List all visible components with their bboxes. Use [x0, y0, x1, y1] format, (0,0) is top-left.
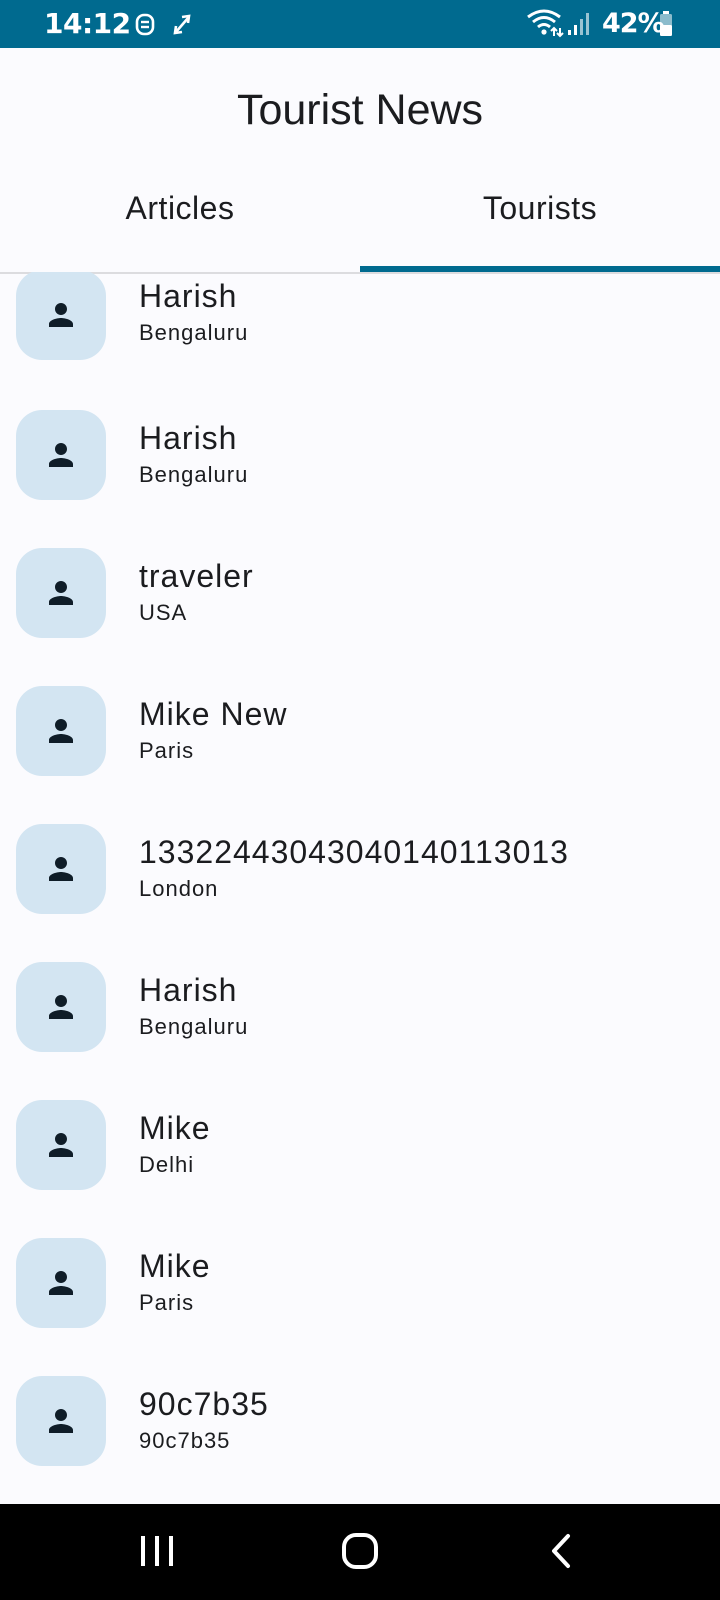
person-icon — [49, 303, 73, 327]
tourist-city: USA — [139, 600, 188, 625]
tourist-city: Bengaluru — [139, 462, 249, 487]
signal-icon — [566, 0, 592, 53]
tourist-city: Bengaluru — [139, 1014, 249, 1039]
list-item[interactable]: traveler USA — [0, 548, 720, 686]
tourist-city: Delhi — [139, 1152, 195, 1177]
battery-percentage: 42% — [602, 8, 665, 39]
avatar — [16, 548, 106, 638]
avatar — [16, 1100, 106, 1190]
tourist-city: London — [139, 876, 219, 901]
list-item[interactable]: Mike Delhi — [0, 1100, 720, 1238]
person-icon — [49, 995, 73, 1019]
person-icon — [49, 719, 73, 743]
tourist-city: Paris — [139, 738, 195, 763]
avatar — [16, 824, 106, 914]
person-icon — [49, 581, 73, 605]
page-title: Tourist News — [236, 86, 484, 134]
person-icon — [49, 1409, 73, 1433]
avatar — [16, 1238, 106, 1328]
tourist-name: 13322443043040140113013 — [139, 834, 569, 870]
person-icon — [49, 1271, 73, 1295]
recent-apps-button[interactable] — [98, 1504, 218, 1600]
list-item[interactable]: Mike New Paris — [0, 686, 720, 824]
home-button[interactable] — [300, 1504, 420, 1600]
avatar — [16, 962, 106, 1052]
list-item[interactable]: 90c7b35 90c7b35 — [0, 1376, 720, 1504]
avatar — [16, 686, 106, 776]
tourist-name: Harish — [139, 420, 238, 456]
tourist-name: Harish — [139, 972, 238, 1008]
tourist-name: traveler — [139, 558, 254, 594]
home-icon — [342, 1533, 378, 1569]
tourist-city: 90c7b35 — [139, 1428, 231, 1453]
battery-icon — [658, 0, 678, 53]
system-nav-bar — [0, 1504, 720, 1600]
status-bar: 14:12 42% — [0, 0, 720, 48]
tourist-name: Mike New — [139, 696, 288, 732]
tourist-name: 90c7b35 — [139, 1386, 269, 1422]
list-item[interactable]: 13322443043040140113013 London — [0, 824, 720, 962]
tourist-name: Harish — [139, 278, 238, 314]
status-time: 14:12 — [44, 7, 131, 40]
recent-apps-icon — [141, 1536, 173, 1566]
tourist-list[interactable]: Harish Bengaluru Harish Bengaluru travel… — [0, 272, 720, 1504]
avatar — [16, 1376, 106, 1466]
tab-bar: Articles Tourists — [0, 180, 720, 274]
back-button[interactable] — [502, 1504, 622, 1600]
person-icon — [49, 1133, 73, 1157]
sync-icon — [172, 0, 194, 53]
tab-articles[interactable]: Articles — [0, 162, 360, 254]
tourist-name: Mike — [139, 1248, 211, 1284]
app-notification-icon — [134, 0, 158, 53]
list-item[interactable]: Mike Paris — [0, 1238, 720, 1376]
list-item[interactable]: Harish Bengaluru — [0, 962, 720, 1100]
wifi-icon — [526, 0, 564, 53]
list-item[interactable]: Harish Bengaluru — [0, 410, 720, 548]
tourist-city: Bengaluru — [139, 320, 249, 345]
person-icon — [49, 443, 73, 467]
tab-tourists[interactable]: Tourists — [360, 162, 720, 254]
person-icon — [49, 857, 73, 881]
list-item[interactable]: Harish Bengaluru — [0, 272, 720, 410]
tourist-city: Paris — [139, 1290, 195, 1315]
tourist-name: Mike — [139, 1110, 211, 1146]
back-icon — [552, 1534, 570, 1568]
avatar — [16, 410, 106, 500]
avatar — [16, 272, 106, 360]
